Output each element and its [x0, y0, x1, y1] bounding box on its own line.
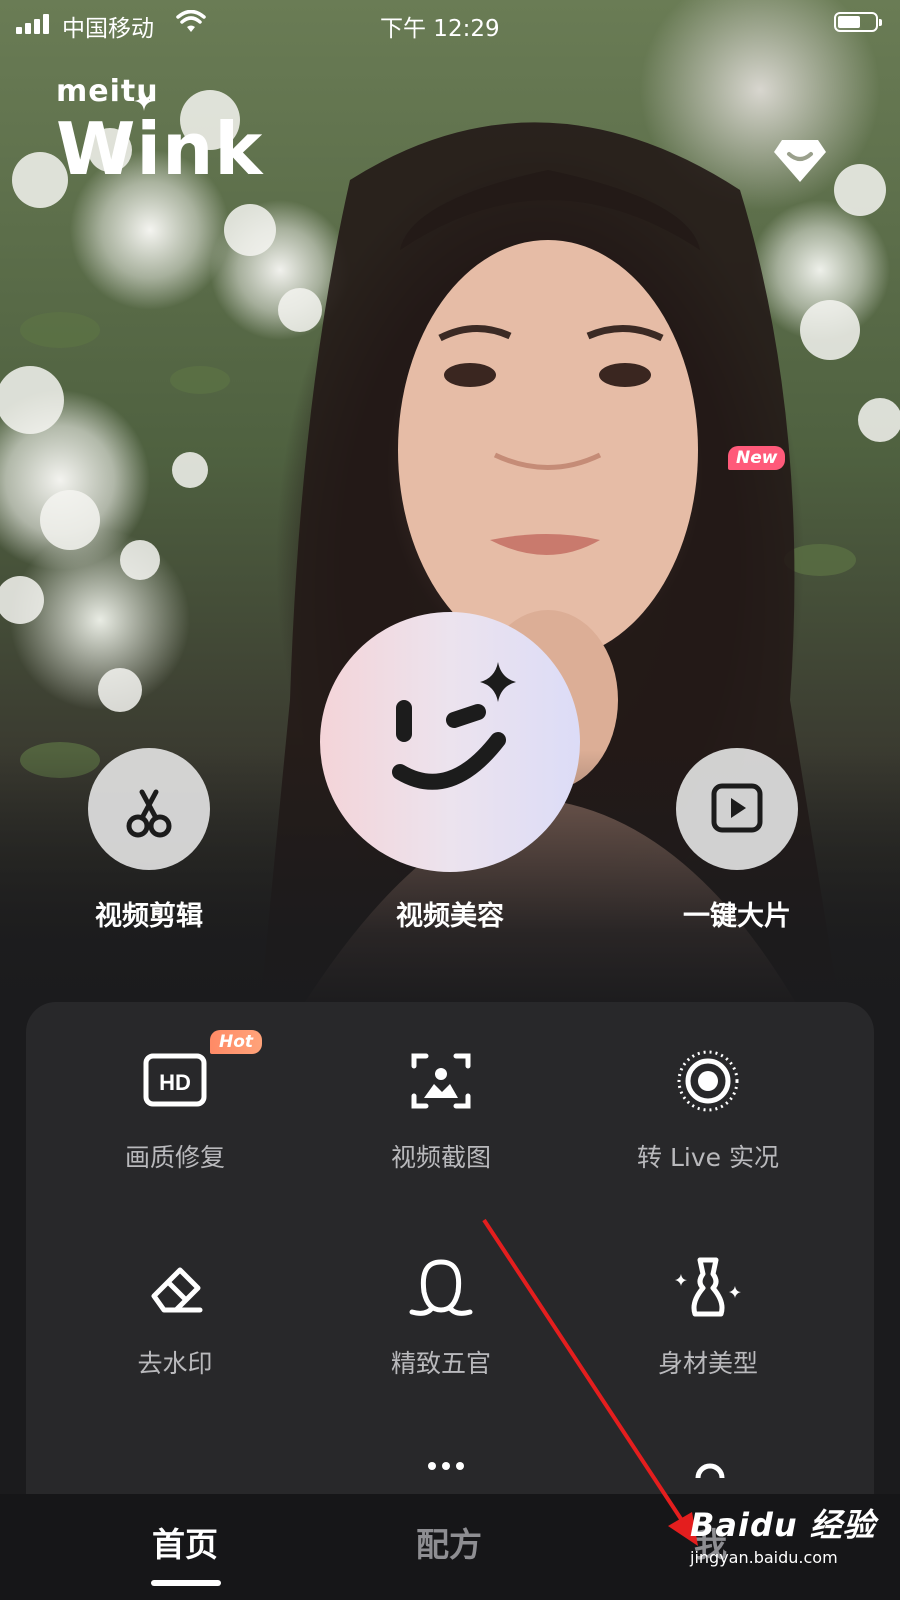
carrier-name: 中国移动: [62, 16, 154, 42]
watermark-main: Baidu 经验: [690, 1506, 876, 1544]
tool-label: 画质修复: [124, 1143, 225, 1172]
signal-icon: [16, 14, 52, 34]
tool-live-photo[interactable]: 转 Live 实况: [578, 1046, 838, 1174]
tool-label: 转 Live 实况: [637, 1143, 779, 1172]
status-bar: 中国移动 下午 12:29: [0, 0, 900, 46]
tool-quality-repair[interactable]: HD 画质修复: [45, 1046, 305, 1174]
scissors-icon: [126, 789, 172, 838]
svg-text:HD: HD: [159, 1070, 191, 1095]
video-beauty-button[interactable]: [320, 612, 580, 872]
tab-home[interactable]: 首页: [152, 1518, 218, 1566]
hot-badge: Hot: [210, 1030, 263, 1054]
eraser-icon: [140, 1252, 210, 1322]
tools-panel: HD 画质修复 Hot 视频截图 转 Live 实况 去水印 精致五官 身材美型: [26, 1002, 874, 1532]
one-click-button[interactable]: [676, 748, 798, 870]
tool-label: 精致五官: [390, 1349, 491, 1378]
logo-brand: meitu: [56, 74, 159, 109]
logo-app-name: Wink: [56, 91, 263, 185]
face-icon: [406, 1252, 476, 1322]
vip-diamond-icon[interactable]: [774, 136, 826, 182]
tool-label: 去水印: [137, 1349, 213, 1378]
wink-face-icon: [392, 662, 516, 790]
tool-label: 身材美型: [657, 1349, 758, 1378]
new-badge: New: [728, 446, 786, 470]
tool-facial-features[interactable]: 精致五官: [311, 1252, 571, 1380]
app-logo: meitu Wink: [56, 74, 263, 185]
hd-icon: HD: [140, 1046, 210, 1116]
body-shape-icon: [673, 1252, 743, 1322]
baidu-watermark: Baidu 经验 jingyan.baidu.com: [690, 1500, 876, 1567]
main-actions: 视频剪辑 视频美容 一键大片: [0, 612, 900, 942]
wifi-icon: [176, 10, 206, 32]
tool-video-screenshot[interactable]: 视频截图: [311, 1046, 571, 1174]
video-edit-label: 视频剪辑: [95, 901, 203, 932]
video-beauty-label: 视频美容: [396, 901, 504, 932]
play-icon: [711, 783, 763, 833]
partial-tool-icon[interactable]: [690, 1458, 730, 1478]
status-time: 下午 12:29: [380, 16, 500, 42]
tab-recipe[interactable]: 配方: [416, 1518, 482, 1566]
watermark-sub: jingyan.baidu.com: [690, 1548, 838, 1567]
battery-level: [838, 16, 860, 28]
active-tab-indicator: [151, 1580, 221, 1586]
live-photo-icon: [673, 1046, 743, 1116]
video-edit-button[interactable]: [88, 748, 210, 870]
one-click-label: 一键大片: [683, 901, 791, 932]
tool-body-shape[interactable]: 身材美型: [578, 1252, 838, 1380]
tool-label: 视频截图: [390, 1143, 491, 1172]
sparkle-icon: [134, 91, 154, 111]
screenshot-icon: [406, 1046, 476, 1116]
more-icon[interactable]: [424, 1458, 474, 1478]
battery-icon: [834, 12, 882, 32]
tool-remove-watermark[interactable]: 去水印: [45, 1252, 305, 1380]
